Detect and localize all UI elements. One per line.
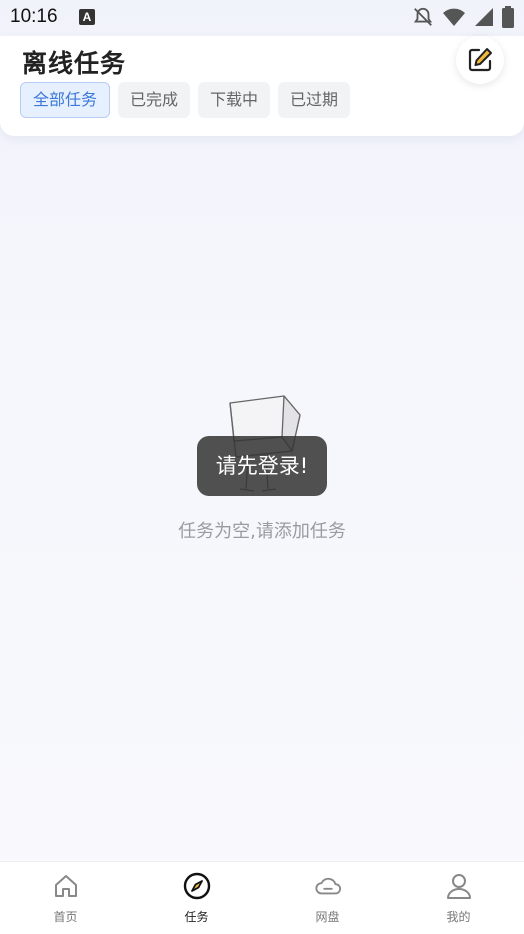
nav-profile[interactable]: 我的 [393,862,524,934]
edit-icon [468,48,492,72]
nav-home[interactable]: 首页 [0,862,131,934]
wifi-icon [443,8,465,26]
status-time: 10:16 [10,6,58,27]
home-icon [52,872,80,900]
compass-icon [183,872,211,900]
tab-downloading[interactable]: 下载中 [198,82,271,118]
nav-cloud-label: 网盘 [315,910,340,924]
nav-cloud-drive[interactable]: 网盘 [262,862,393,934]
tab-completed[interactable]: 已完成 [118,82,191,118]
nav-home-label: 首页 [53,910,78,924]
filter-tabs: 全部任务 已完成 下载中 已过期 [20,82,351,118]
status-bar: 10:16 A [0,0,524,36]
tab-expired[interactable]: 已过期 [278,82,351,118]
page-title: 离线任务 [22,49,127,78]
signal-icon [475,8,493,26]
status-icons [412,6,514,28]
nav-tasks[interactable]: 任务 [131,862,262,934]
tab-all-tasks[interactable]: 全部任务 [20,82,111,118]
header-card: 离线任务 全部任务 已完成 下载中 已过期 [0,36,524,136]
bottom-nav: 首页 任务 网盘 我的 [0,861,524,934]
cloud-icon [314,872,342,900]
edit-button[interactable] [456,36,504,84]
nav-tasks-label: 任务 [184,910,209,924]
empty-state-text: 任务为空,请添加任务 [178,521,346,542]
bell-off-icon [413,7,433,26]
login-toast: 请先登录! [197,436,327,496]
user-icon [445,872,473,900]
nav-profile-label: 我的 [446,910,471,924]
battery-icon [502,6,514,28]
notification-app-icon: A [79,9,95,25]
